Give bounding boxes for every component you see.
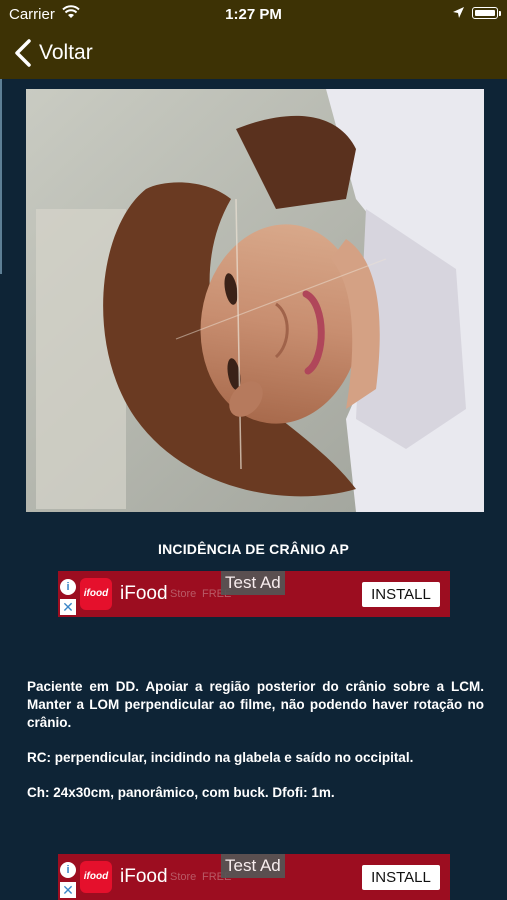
- location-arrow-icon: [453, 7, 464, 18]
- back-button[interactable]: Voltar: [14, 38, 93, 68]
- description-paragraph: Paciente em DD. Apoiar a região posterio…: [27, 679, 484, 730]
- procedure-description: Paciente em DD. Apoiar a região posterio…: [27, 678, 484, 802]
- clock: 1:27 PM: [225, 6, 282, 23]
- ad-banner-bottom[interactable]: i ✕ ifood iFood Store FREE Test Ad INSTA…: [58, 854, 450, 900]
- battery-icon: [472, 7, 498, 19]
- install-button[interactable]: INSTALL: [362, 582, 440, 607]
- test-ad-label: Test Ad: [221, 571, 285, 595]
- ad-store-label: Store: [170, 588, 197, 600]
- scroll-indicator: [0, 79, 2, 274]
- ad-app-name: iFood: [120, 583, 168, 604]
- ad-store-label: Store: [170, 871, 197, 883]
- install-button[interactable]: INSTALL: [362, 865, 440, 890]
- ad-banner-top[interactable]: i ✕ ifood iFood Store FREE Test Ad INSTA…: [58, 571, 450, 617]
- ad-app-name: iFood: [120, 866, 168, 887]
- ad-close-icon[interactable]: ✕: [60, 599, 76, 615]
- navigation-bar: Voltar: [0, 28, 507, 79]
- patient-positioning-image: [26, 89, 484, 512]
- ifood-logo: ifood: [80, 861, 112, 893]
- rc-paragraph: RC: perpendicular, incidindo na glabela …: [27, 750, 414, 765]
- chevron-left-icon: [15, 39, 31, 67]
- procedure-photo: [26, 89, 484, 512]
- battery-tip: [499, 11, 501, 16]
- ifood-logo: ifood: [80, 578, 112, 610]
- procedure-title: INCIDÊNCIA DE CRÂNIO AP: [157, 541, 350, 557]
- test-ad-label: Test Ad: [221, 854, 285, 878]
- ch-paragraph: Ch: 24x30cm, panorâmico, com buck. Dfofi…: [27, 785, 335, 800]
- ad-close-icon[interactable]: ✕: [60, 882, 76, 898]
- status-bar: Carrier 1:27 PM: [0, 0, 507, 28]
- adchoices-icon[interactable]: i: [60, 862, 76, 878]
- adchoices-icon[interactable]: i: [60, 579, 76, 595]
- back-label: Voltar: [39, 41, 93, 64]
